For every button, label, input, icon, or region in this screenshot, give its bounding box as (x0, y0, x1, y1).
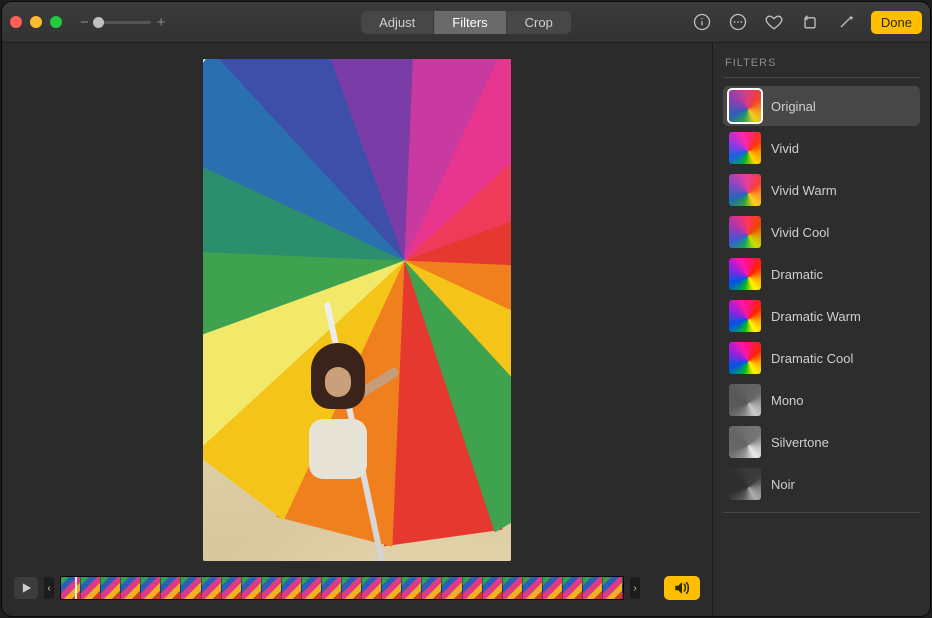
filmstrip-frame (402, 577, 422, 599)
tab-crop[interactable]: Crop (507, 11, 571, 34)
filter-thumbnail (729, 468, 761, 500)
editor-body: ‹ › FILTERS Original Vivid Vivid Warm Vivid… (2, 43, 930, 616)
zoom-out-icon: − (80, 15, 89, 30)
filmstrip-frame (503, 577, 523, 599)
filter-thumbnail (729, 342, 761, 374)
zoom-knob[interactable] (93, 17, 104, 28)
tab-adjust[interactable]: Adjust (361, 11, 434, 34)
audio-toggle-button[interactable] (664, 576, 700, 600)
filter-label: Dramatic (771, 267, 823, 282)
filter-vivid-cool[interactable]: Vivid Cool (723, 212, 920, 252)
filter-dramatic-warm[interactable]: Dramatic Warm (723, 296, 920, 336)
filmstrip-frame (382, 577, 402, 599)
canvas-area (203, 43, 511, 570)
filter-thumbnail (729, 426, 761, 458)
filter-noir[interactable]: Noir (723, 464, 920, 504)
filters-panel: FILTERS Original Vivid Vivid Warm Vivid Coo… (712, 43, 930, 616)
play-button[interactable] (14, 577, 38, 599)
favorite-icon[interactable] (763, 11, 785, 33)
filmstrip-frame (101, 577, 121, 599)
filter-label: Silvertone (771, 435, 829, 450)
filter-original[interactable]: Original (723, 86, 920, 126)
filter-label: Dramatic Warm (771, 309, 861, 324)
filmstrip-frame (141, 577, 161, 599)
toolbar-right: Done (691, 11, 922, 34)
filters-panel-title: FILTERS (725, 57, 918, 69)
filmstrip-frame (181, 577, 201, 599)
fullscreen-window-icon[interactable] (50, 16, 62, 28)
filmstrip-frame (523, 577, 543, 599)
filter-label: Dramatic Cool (771, 351, 853, 366)
filmstrip-frame (583, 577, 603, 599)
filmstrip-frame (543, 577, 563, 599)
filmstrip-frame (161, 577, 181, 599)
filter-label: Original (771, 99, 816, 114)
filter-thumbnail (729, 258, 761, 290)
filter-vivid-warm[interactable]: Vivid Warm (723, 170, 920, 210)
divider (723, 77, 920, 78)
filmstrip-frame (121, 577, 141, 599)
filmstrip-frame (342, 577, 362, 599)
canvas-column: ‹ › (2, 43, 712, 616)
toolbar: − + AdjustFiltersCrop Done (2, 2, 930, 43)
filmstrip-frame (302, 577, 322, 599)
filter-thumbnail (729, 174, 761, 206)
filter-label: Vivid Cool (771, 225, 829, 240)
filmstrip-frame (282, 577, 302, 599)
filmstrip-frame (222, 577, 242, 599)
photo-preview[interactable] (203, 59, 511, 561)
filmstrip-frame (242, 577, 262, 599)
edit-mode-tabs: AdjustFiltersCrop (361, 11, 571, 34)
filter-label: Vivid (771, 141, 799, 156)
filter-thumbnail (729, 216, 761, 248)
filmstrip-frame (422, 577, 442, 599)
playhead[interactable] (75, 576, 77, 600)
trim-start-handle[interactable]: ‹ (44, 577, 54, 599)
zoom-in-icon: + (157, 15, 166, 30)
filter-vivid[interactable]: Vivid (723, 128, 920, 168)
filter-thumbnail (729, 300, 761, 332)
window-controls (10, 16, 62, 28)
filters-list: Original Vivid Vivid Warm Vivid Cool Dramati… (723, 86, 920, 506)
auto-enhance-icon[interactable] (835, 11, 857, 33)
rotate-icon[interactable] (799, 11, 821, 33)
filmstrip-frame (61, 577, 81, 599)
filter-label: Mono (771, 393, 804, 408)
divider (723, 512, 920, 513)
filmstrip-frame (442, 577, 462, 599)
zoom-track[interactable] (95, 21, 151, 24)
filmstrip-frame (563, 577, 583, 599)
done-button[interactable]: Done (871, 11, 922, 34)
trim-end-handle[interactable]: › (630, 577, 640, 599)
filter-silvertone[interactable]: Silvertone (723, 422, 920, 462)
filter-label: Noir (771, 477, 795, 492)
close-window-icon[interactable] (10, 16, 22, 28)
minimize-window-icon[interactable] (30, 16, 42, 28)
filter-dramatic[interactable]: Dramatic (723, 254, 920, 294)
tab-filters[interactable]: Filters (434, 11, 506, 34)
filmstrip[interactable] (60, 576, 624, 600)
filmstrip-frame (262, 577, 282, 599)
more-icon[interactable] (727, 11, 749, 33)
filmstrip-frame (362, 577, 382, 599)
filmstrip-frame (603, 577, 623, 599)
video-timeline: ‹ › (2, 570, 712, 606)
filmstrip-frame (483, 577, 503, 599)
filter-thumbnail (729, 132, 761, 164)
filter-thumbnail (729, 384, 761, 416)
zoom-slider[interactable]: − + (80, 15, 166, 30)
filter-dramatic-cool[interactable]: Dramatic Cool (723, 338, 920, 378)
filter-mono[interactable]: Mono (723, 380, 920, 420)
filter-label: Vivid Warm (771, 183, 837, 198)
filter-thumbnail (729, 90, 761, 122)
filmstrip-frame (202, 577, 222, 599)
filmstrip-frame (81, 577, 101, 599)
person-graphic (283, 333, 383, 513)
filmstrip-frame (322, 577, 342, 599)
info-icon[interactable] (691, 11, 713, 33)
filmstrip-frame (463, 577, 483, 599)
app-window: − + AdjustFiltersCrop Done (2, 2, 930, 616)
